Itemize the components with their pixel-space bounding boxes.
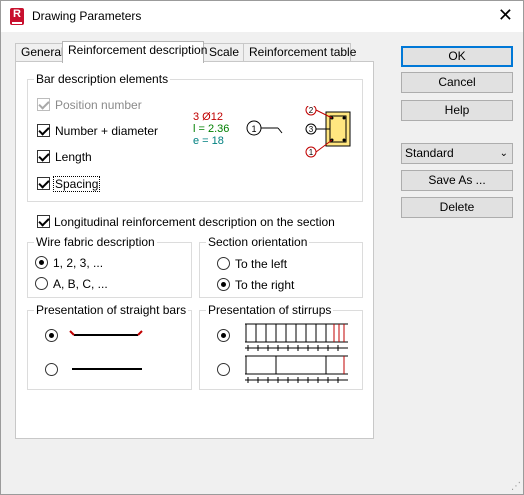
svg-text:2: 2 [309, 106, 314, 115]
chevron-down-icon: ⌄ [499, 148, 508, 159]
stirrups-partial-radio[interactable] [217, 363, 230, 376]
longitudinal-checkbox[interactable] [37, 215, 50, 228]
straight-bars-group: Presentation of straight bars [27, 303, 192, 390]
bar-description-title: Bar description elements [34, 72, 171, 86]
close-icon[interactable]: ✕ [498, 5, 513, 25]
position-marker-text: 1 [251, 124, 256, 134]
straight-bars-plain-radio[interactable] [45, 363, 58, 376]
tab-reinforcement-table[interactable]: Reinforcement table [243, 43, 356, 62]
length-label: Length [55, 150, 92, 164]
preview-spacing: e = 18 [193, 135, 224, 147]
cancel-button[interactable]: Cancel [401, 72, 513, 93]
tab-general[interactable]: General [15, 43, 64, 62]
svg-text:3: 3 [309, 125, 314, 134]
straight-bars-hooked-radio[interactable] [45, 329, 58, 342]
longitudinal-label: Longitudinal reinforcement description o… [54, 215, 335, 229]
tab-reinforcement-description[interactable]: Reinforcement description [62, 41, 207, 63]
straight-bars-title: Presentation of straight bars [34, 303, 189, 317]
wire-fabric-group: Wire fabric description 1, 2, 3, ... A, … [27, 235, 192, 298]
orientation-right-label: To the right [235, 278, 295, 292]
length-checkbox[interactable] [37, 150, 50, 163]
orientation-right-radio[interactable] [217, 278, 230, 291]
bar-description-preview: 3 Ø12 l = 2.36 e = 18 1 2 3 1 [193, 106, 351, 158]
stirrups-group: Presentation of stirrups [199, 303, 363, 390]
number-diameter-checkbox[interactable] [37, 124, 50, 137]
position-number-label: Position number [55, 98, 142, 112]
straight-bar-plain-icon [72, 368, 142, 370]
tab-panel: Bar description elements Position number… [15, 61, 374, 439]
save-as-button[interactable]: Save As ... [401, 170, 513, 191]
window-title: Drawing Parameters [32, 9, 142, 23]
resize-grip-icon[interactable]: ⋰ [511, 481, 521, 492]
wire-fabric-numeric-label: 1, 2, 3, ... [53, 256, 104, 270]
tab-scale[interactable]: Scale [203, 43, 244, 62]
wire-fabric-title: Wire fabric description [34, 235, 157, 249]
dialog-window: R Drawing Parameters ✕ General Reinforce… [0, 0, 524, 495]
section-orientation-title: Section orientation [206, 235, 310, 249]
stirrups-full-radio[interactable] [217, 329, 230, 342]
style-combo-value: Standard [405, 146, 454, 160]
position-number-checkbox[interactable] [37, 98, 50, 111]
wire-fabric-alpha-radio[interactable] [35, 277, 48, 290]
bar-description-group: Bar description elements Position number… [27, 72, 363, 202]
orientation-left-radio[interactable] [217, 257, 230, 270]
section-orientation-group: Section orientation To the left To the r… [199, 235, 363, 298]
stirrups-partial-icon [245, 355, 348, 383]
stirrups-full-icon [245, 323, 348, 351]
help-button[interactable]: Help [401, 100, 513, 121]
svg-text:1: 1 [309, 148, 314, 157]
straight-bar-hooked-icon [69, 330, 143, 336]
orientation-left-label: To the left [235, 257, 288, 271]
title-bar: R Drawing Parameters ✕ [1, 1, 523, 32]
spacing-checkbox[interactable] [37, 177, 50, 190]
wire-fabric-alpha-label: A, B, C, ... [53, 277, 108, 291]
stirrups-title: Presentation of stirrups [206, 303, 334, 317]
preview-length: l = 2.36 [193, 123, 229, 135]
ok-button[interactable]: OK [401, 46, 513, 67]
preview-number-diameter: 3 Ø12 [193, 111, 223, 123]
style-combo[interactable]: Standard ⌄ [401, 143, 513, 164]
spacing-label: Spacing [53, 176, 101, 192]
wire-fabric-numeric-radio[interactable] [35, 256, 48, 269]
number-diameter-label: Number + diameter [55, 124, 159, 138]
delete-button[interactable]: Delete [401, 197, 513, 218]
app-logo-icon: R [10, 8, 24, 25]
